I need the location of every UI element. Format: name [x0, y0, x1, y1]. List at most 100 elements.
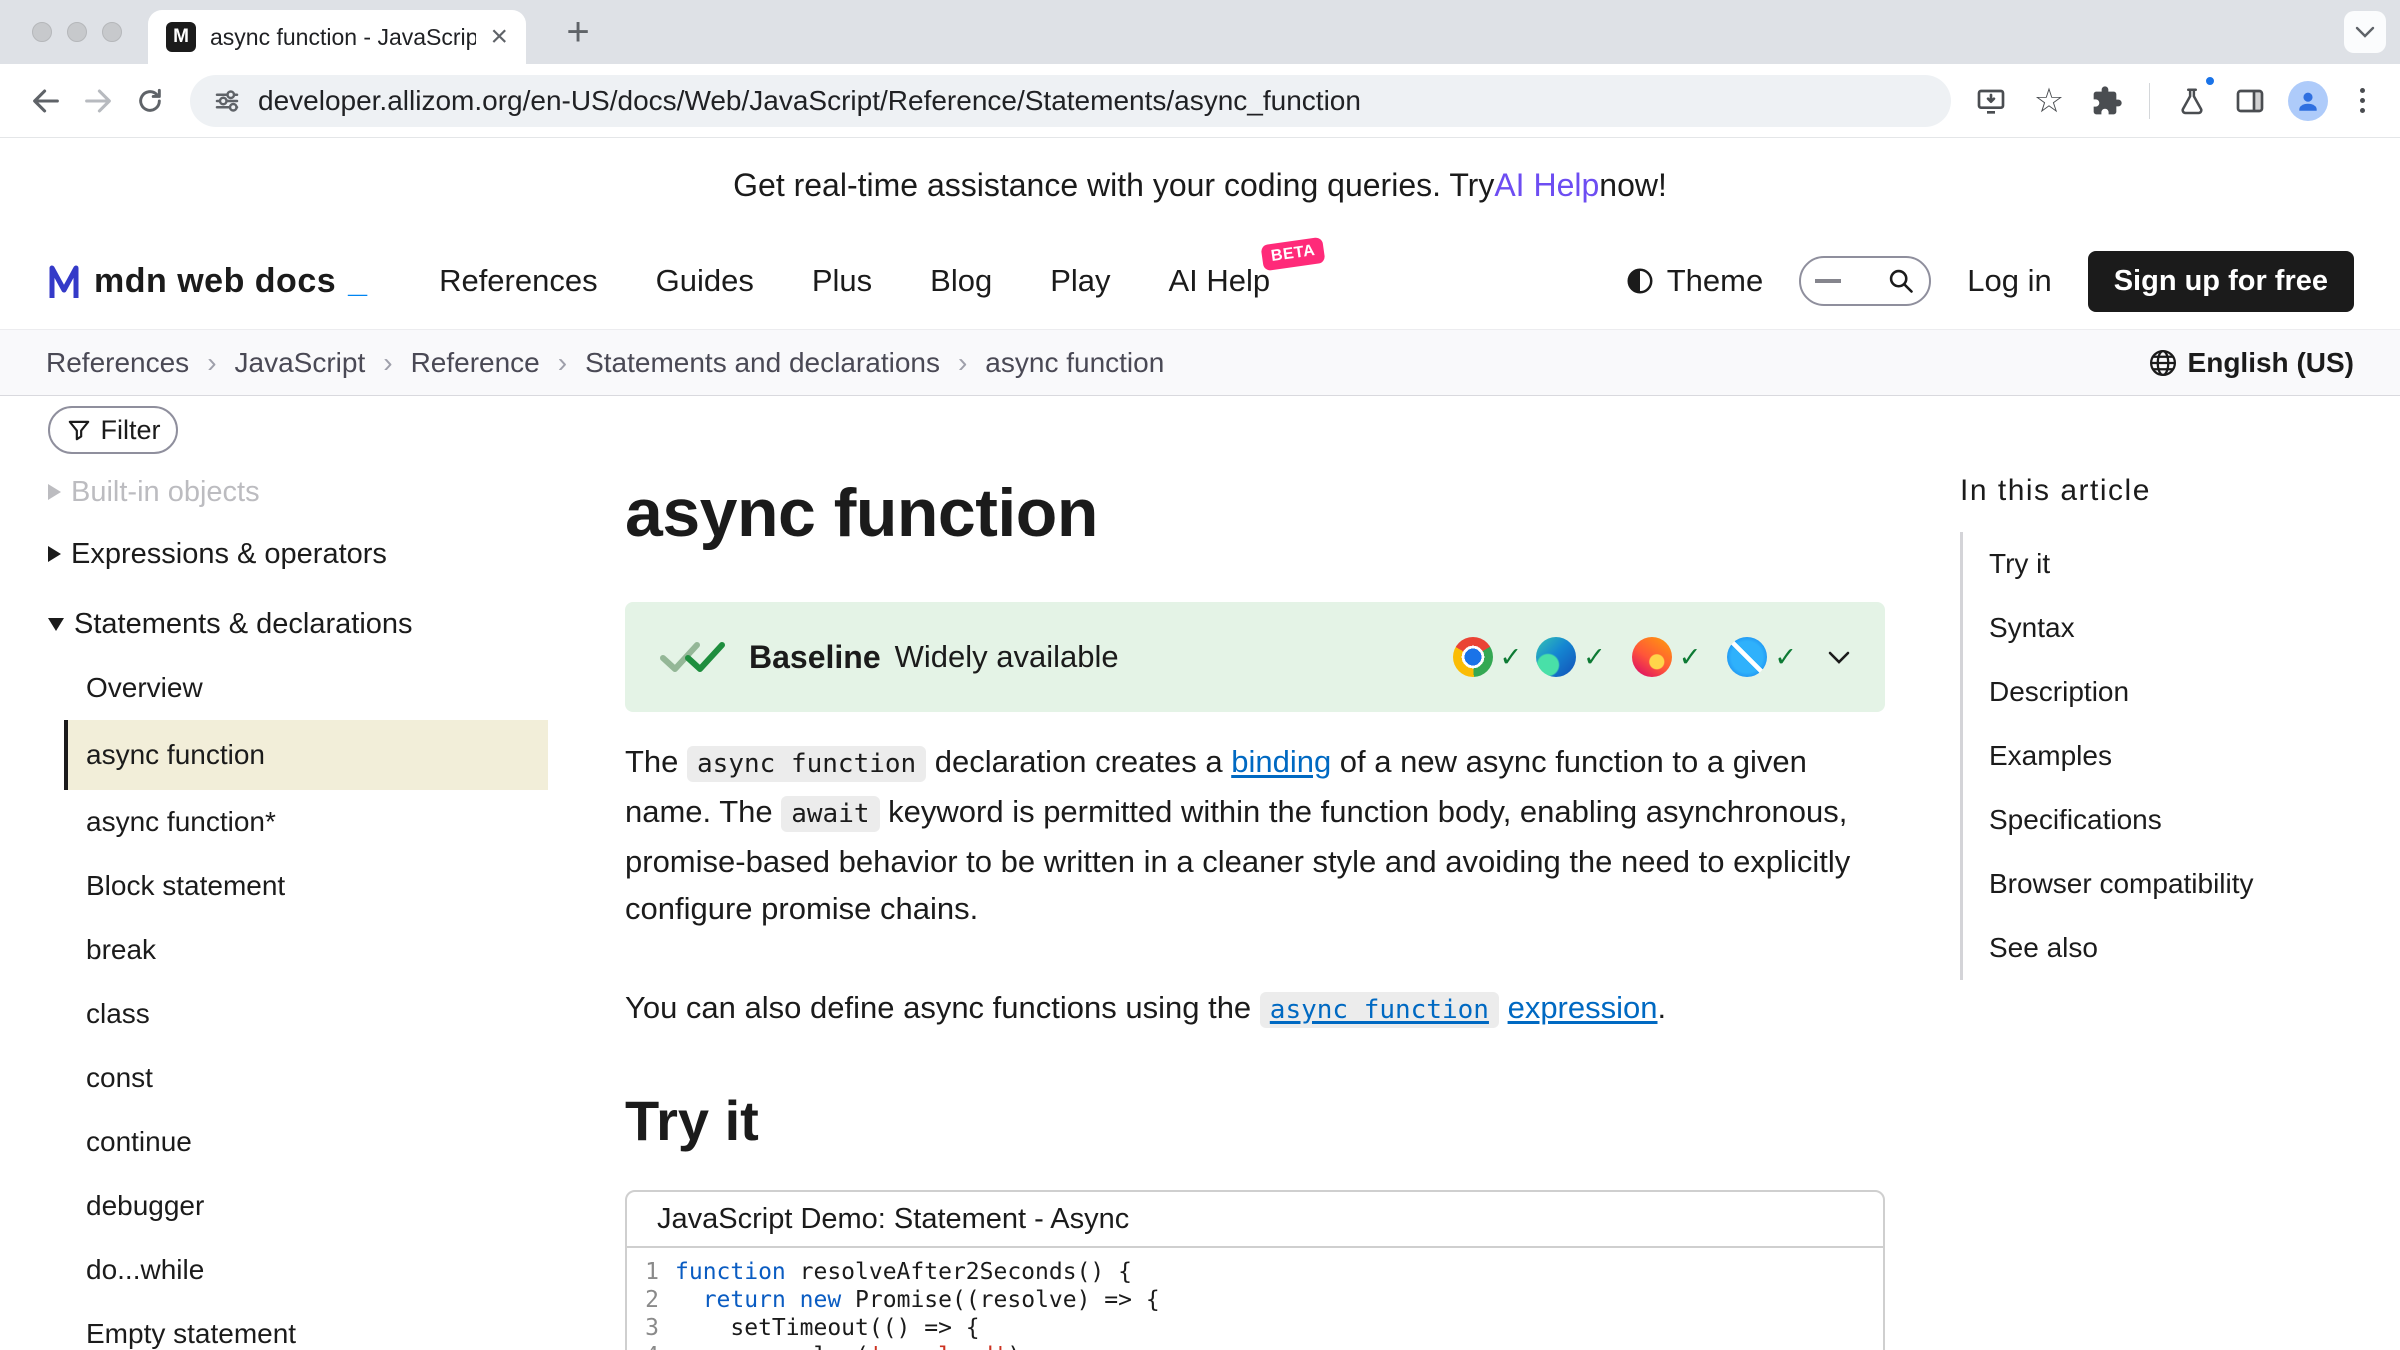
profile-button[interactable]	[2282, 75, 2334, 127]
mdn-logo[interactable]: mdn web docs _	[46, 261, 367, 301]
chrome-support-check-icon: ✓	[1500, 642, 1523, 673]
back-button[interactable]	[20, 75, 72, 127]
nav-plus[interactable]: Plus	[812, 263, 872, 299]
breadcrumb-bar: References › JavaScript › Reference › St…	[0, 329, 2400, 396]
paragraph-text: You can also define async functions usin…	[625, 990, 1260, 1025]
sidebar-item-const[interactable]: const	[48, 1046, 548, 1110]
mdn-logo-underscore: _	[348, 262, 367, 301]
page-title: async function	[625, 478, 1885, 548]
sidebar-item-async-function-star[interactable]: async function*	[48, 790, 548, 854]
toolbar-divider	[2149, 83, 2150, 119]
tab-search-button[interactable]	[2344, 11, 2386, 53]
sidebar-section-label: Expressions & operators	[71, 538, 387, 571]
demo-title: JavaScript Demo: Statement - Async	[627, 1192, 1883, 1248]
url-text: developer.allizom.org/en-US/docs/Web/Jav…	[258, 85, 1361, 117]
browser-menu-button[interactable]	[2340, 79, 2384, 123]
sidebar-item-debugger[interactable]: debugger	[48, 1174, 548, 1238]
window-close-button[interactable]	[32, 22, 52, 42]
paragraph-text: declaration creates a	[926, 744, 1231, 779]
tab-close-icon[interactable]: ×	[490, 22, 508, 52]
browser-toolbar: developer.allizom.org/en-US/docs/Web/Jav…	[0, 64, 2400, 138]
toc-description[interactable]: Description	[1989, 660, 2352, 724]
extensions-puzzle-icon	[2091, 85, 2123, 117]
binding-link[interactable]: binding	[1231, 744, 1331, 779]
toc-try-it[interactable]: Try it	[1989, 532, 2352, 596]
install-button[interactable]	[1965, 75, 2017, 127]
sidebar-section-expressions[interactable]: Expressions & operators	[48, 528, 548, 580]
breadcrumb-separator: ›	[383, 347, 392, 379]
toc-examples[interactable]: Examples	[1989, 724, 2352, 788]
breadcrumb-separator: ›	[558, 347, 567, 379]
breadcrumb-separator: ›	[958, 347, 967, 379]
forward-button[interactable]	[72, 75, 124, 127]
search-input[interactable]	[1799, 256, 1931, 306]
line-number: 4	[627, 1342, 675, 1350]
language-label: English (US)	[2188, 347, 2354, 379]
side-panel-button[interactable]	[2224, 75, 2276, 127]
tab-strip: M async function - JavaScript | × +	[0, 0, 2400, 64]
breadcrumb-statements[interactable]: Statements and declarations	[585, 347, 940, 379]
window-minimize-button[interactable]	[67, 22, 87, 42]
nav-guides[interactable]: Guides	[656, 263, 754, 299]
async-function-expression-code-link[interactable]: async function	[1260, 990, 1499, 1025]
edge-support: ✓	[1536, 637, 1606, 677]
sidebar-item-block-statement[interactable]: Block statement	[48, 854, 548, 918]
browser-tab[interactable]: M async function - JavaScript | ×	[148, 10, 526, 64]
baseline-banner[interactable]: Baseline Widely available ✓ ✓ ✓	[625, 602, 1885, 712]
site-settings-icon[interactable]	[212, 86, 242, 116]
nav-ai-help[interactable]: AI Help BETA	[1169, 263, 1271, 299]
back-arrow-icon	[29, 84, 63, 118]
breadcrumb-separator: ›	[207, 347, 216, 379]
login-link[interactable]: Log in	[1967, 263, 2051, 299]
nav-references[interactable]: References	[439, 263, 598, 299]
bookmark-button[interactable]: ☆	[2023, 75, 2075, 127]
baseline-expand-button[interactable]	[1827, 650, 1851, 665]
sidebar-item-continue[interactable]: continue	[48, 1110, 548, 1174]
breadcrumb-reference[interactable]: Reference	[411, 347, 540, 379]
toc-syntax[interactable]: Syntax	[1989, 596, 2352, 660]
new-tab-button[interactable]: +	[556, 10, 600, 54]
address-bar[interactable]: developer.allizom.org/en-US/docs/Web/Jav…	[190, 75, 1951, 127]
forward-arrow-icon	[81, 84, 115, 118]
reload-button[interactable]	[124, 75, 176, 127]
nav-blog[interactable]: Blog	[930, 263, 992, 299]
demo-code-editor[interactable]: 1 function resolveAfter2Seconds() { 2 re…	[627, 1248, 1883, 1350]
nav-play[interactable]: Play	[1050, 263, 1110, 299]
inline-code: await	[781, 796, 879, 832]
sidebar-item-class[interactable]: class	[48, 982, 548, 1046]
window-maximize-button[interactable]	[102, 22, 122, 42]
sidebar-item-break[interactable]: break	[48, 918, 548, 982]
toc-specifications[interactable]: Specifications	[1989, 788, 2352, 852]
collapse-arrow-icon	[48, 618, 64, 631]
toc-browser-compatibility[interactable]: Browser compatibility	[1989, 852, 2352, 916]
docs-sidebar: Filter Built-in objects Expressions & op…	[48, 396, 548, 1350]
sidebar-item-overview[interactable]: Overview	[48, 656, 548, 720]
sidebar-item-async-function[interactable]: async function	[64, 720, 548, 790]
theme-toggle[interactable]: Theme	[1625, 263, 1763, 299]
site-header: mdn web docs _ References Guides Plus Bl…	[0, 233, 2400, 329]
extensions-button[interactable]	[2081, 75, 2133, 127]
expand-arrow-icon	[48, 546, 61, 562]
bookmark-star-icon: ☆	[2034, 84, 2064, 118]
sidebar-item-empty-statement[interactable]: Empty statement	[48, 1302, 548, 1350]
toc-see-also[interactable]: See also	[1989, 916, 2352, 980]
signup-button[interactable]: Sign up for free	[2088, 251, 2354, 312]
side-panel-icon	[2234, 85, 2266, 117]
toc-title: In this article	[1960, 474, 2352, 508]
header-actions: Theme Log in Sign up for free	[1625, 251, 2354, 312]
promo-text-before: Get real-time assistance with your codin…	[733, 167, 1494, 204]
sidebar-item-list: Overview async function async function* …	[48, 656, 548, 1350]
sidebar-section-statements[interactable]: Statements & declarations	[48, 598, 548, 650]
breadcrumb-references[interactable]: References	[46, 347, 189, 379]
labs-button[interactable]	[2166, 75, 2218, 127]
ai-help-link[interactable]: AI Help	[1494, 167, 1599, 204]
intro-paragraph: The async function declaration creates a…	[625, 738, 1885, 932]
language-switcher[interactable]: English (US)	[2148, 347, 2354, 379]
notification-dot	[2204, 75, 2216, 87]
filter-button[interactable]: Filter	[48, 406, 178, 454]
expression-link[interactable]: expression	[1508, 990, 1658, 1025]
sidebar-item-do-while[interactable]: do...while	[48, 1238, 548, 1302]
breadcrumb-javascript[interactable]: JavaScript	[235, 347, 366, 379]
mdn-logo-text: mdn web docs	[94, 262, 336, 301]
sidebar-section-built-in-objects[interactable]: Built-in objects	[48, 474, 548, 510]
